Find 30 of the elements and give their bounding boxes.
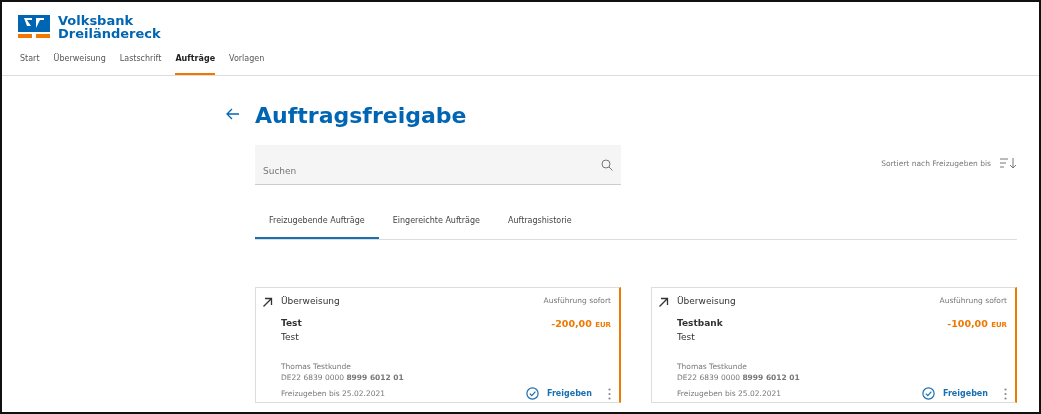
check-circle-icon xyxy=(921,387,935,401)
page-title: Auftragsfreigabe xyxy=(255,103,468,130)
outgoing-arrow-icon xyxy=(658,297,669,309)
purpose: Test xyxy=(677,331,696,345)
nav-tab[interactable]: Vorlagen xyxy=(229,53,265,75)
nav-tab[interactable]: Start xyxy=(20,53,40,75)
order-type: Überweisung xyxy=(677,295,736,309)
bank-name: Volksbank xyxy=(58,13,135,27)
more-icon[interactable] xyxy=(608,387,611,400)
nav-tab[interactable]: Überweisung xyxy=(53,53,106,75)
release-button[interactable]: Freigeben xyxy=(921,387,988,401)
search-field[interactable]: Suchen xyxy=(255,145,621,186)
recipient-name: Testbank xyxy=(677,316,723,330)
release-button[interactable]: Freigeben xyxy=(525,387,592,401)
bank-name: Dreiländereck xyxy=(58,26,161,40)
nav-tab[interactable]: Lastschrift xyxy=(119,53,162,75)
order-type: Überweisung xyxy=(281,295,340,309)
tab[interactable]: Freizugebende Aufträge xyxy=(255,215,379,240)
search-icon[interactable] xyxy=(601,159,613,172)
more-icon[interactable] xyxy=(1004,387,1007,400)
back-arrow-icon[interactable] xyxy=(226,107,240,121)
bank-logo xyxy=(18,14,50,39)
tab[interactable]: Eingereichte Aufträge xyxy=(378,215,494,240)
tab[interactable]: Auftragshistorie xyxy=(493,215,586,240)
outgoing-arrow-icon xyxy=(262,297,273,309)
nav-tab[interactable]: Aufträge xyxy=(175,53,216,75)
check-circle-icon xyxy=(525,387,539,401)
recipient-name: Test xyxy=(281,316,302,330)
sort-icon[interactable] xyxy=(999,157,1017,170)
purpose: Test xyxy=(281,331,300,345)
